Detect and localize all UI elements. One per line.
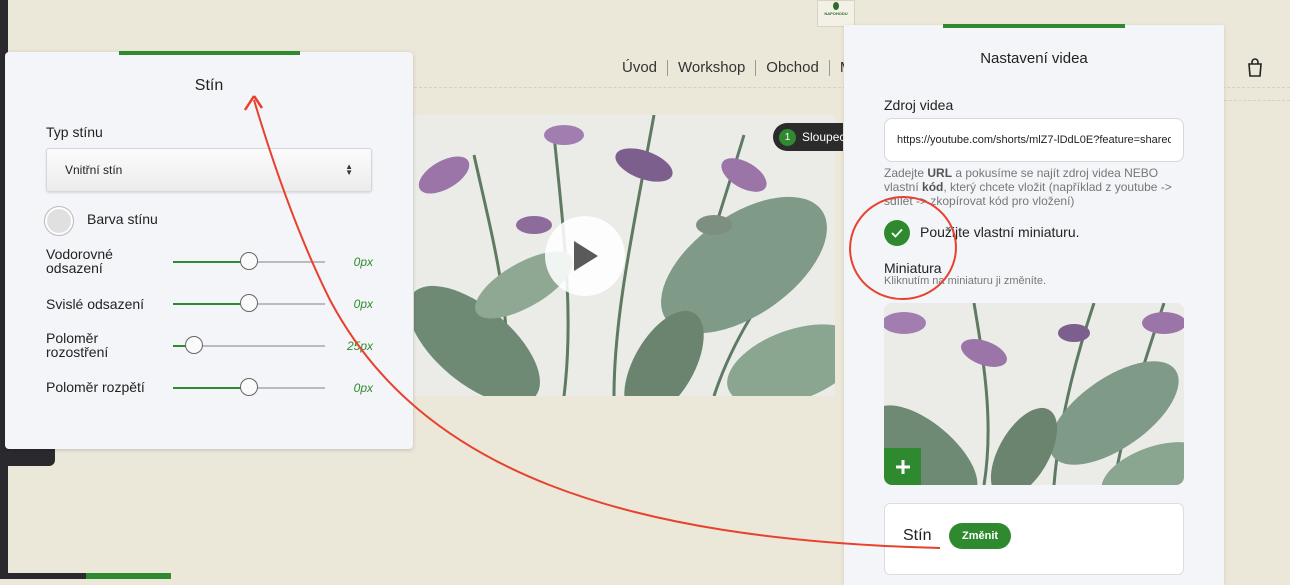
logo-leaf-icon [833,2,839,10]
shadow-color-swatch[interactable] [44,206,74,236]
plus-icon [895,459,910,474]
vertical-offset-value: 0px [353,297,373,311]
horizontal-offset-label: Vodorovné odsazení [46,246,113,276]
nav-item-uvod[interactable]: Úvod [612,59,667,76]
panel-accent-bar [943,24,1125,28]
custom-thumbnail-label[interactable]: Použijte vlastní miniaturu. [920,224,1080,240]
blur-radius-value: 25px [346,339,373,353]
blur-radius-slider[interactable] [173,336,325,356]
shadow-type-select[interactable]: Vnitřní stín ▲ ▼ [46,148,372,192]
panel-title: Nastavení videa [980,50,1088,67]
video-source-label: Zdroj videa [884,97,954,113]
video-settings-panel: Nastavení videa Zdroj videa Zadejte URL … [844,24,1224,585]
slider-knob[interactable] [240,294,258,312]
logo-text: NAPOHODU [824,11,848,16]
slider-knob[interactable] [240,252,258,270]
video-preview[interactable] [414,115,835,396]
thumbnail-hint: Kliknutím na miniaturu ji změníte. [884,275,1047,287]
shadow-type-label: Typ stínu [46,124,103,140]
spread-radius-label: Poloměr rozpětí [46,379,145,395]
horizontal-offset-value: 0px [353,255,373,269]
panel-title: Stín [194,77,224,94]
video-source-hint: Zadejte URL a pokusíme se najít zdroj vi… [884,166,1172,208]
header-divider-right [1224,100,1290,101]
horizontal-offset-slider[interactable] [173,252,325,272]
column-label: Sloupec [802,130,846,144]
thumbnail-label: Miniatura [884,260,942,276]
play-icon [574,241,598,271]
bottom-bar-accent [86,573,171,579]
shadow-settings-panel: Stín Typ stínu Vnitřní stín ▲ ▼ Barva stí… [5,51,413,449]
spread-radius-slider[interactable] [173,378,325,398]
cart-icon[interactable] [1246,58,1264,78]
column-badge[interactable]: 1 Sloupec [773,123,846,151]
add-thumbnail-button[interactable] [884,448,921,485]
bottom-bar [0,573,86,579]
shadow-type-value: Vnitřní stín [65,163,123,177]
slider-knob[interactable] [185,336,204,354]
play-button[interactable] [545,216,625,296]
thumbnail-illustration [884,303,1184,485]
main-nav: Úvod Workshop Obchod M [612,59,862,76]
video-source-input[interactable] [884,118,1184,162]
change-shadow-button[interactable]: Změnit [949,523,1012,549]
slider-knob[interactable] [240,378,258,396]
vertical-offset-label: Svislé odsazení [46,296,145,312]
shadow-color-label: Barva stínu [87,211,158,227]
vertical-offset-slider[interactable] [173,294,325,314]
select-arrows-icon: ▲ ▼ [345,162,353,177]
nav-item-workshop[interactable]: Workshop [668,59,755,76]
shadow-setting-card: Stín Změnit [884,503,1184,575]
shadow-card-label: Stín [903,527,932,544]
column-number: 1 [779,128,796,146]
blur-radius-label: Poloměr rozostření [46,330,109,360]
thumbnail-image[interactable] [884,303,1184,485]
nav-item-obchod[interactable]: Obchod [756,59,829,76]
check-icon [891,228,903,238]
custom-thumbnail-checkbox[interactable] [884,220,910,246]
spread-radius-value: 0px [353,381,373,395]
panel-accent-bar [119,51,300,55]
site-logo[interactable]: NAPOHODU [817,0,855,27]
